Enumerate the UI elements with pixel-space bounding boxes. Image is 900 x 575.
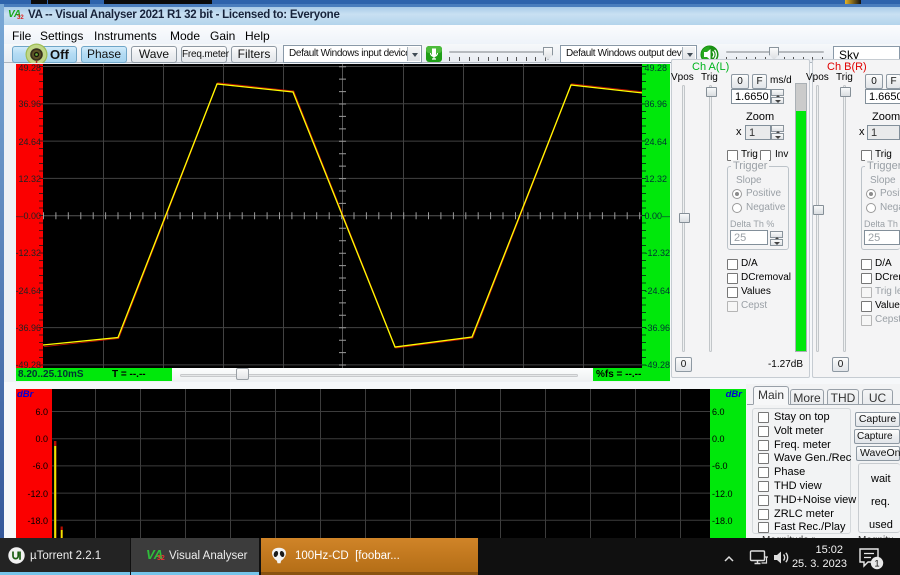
svg-text:1: 1	[874, 558, 879, 569]
